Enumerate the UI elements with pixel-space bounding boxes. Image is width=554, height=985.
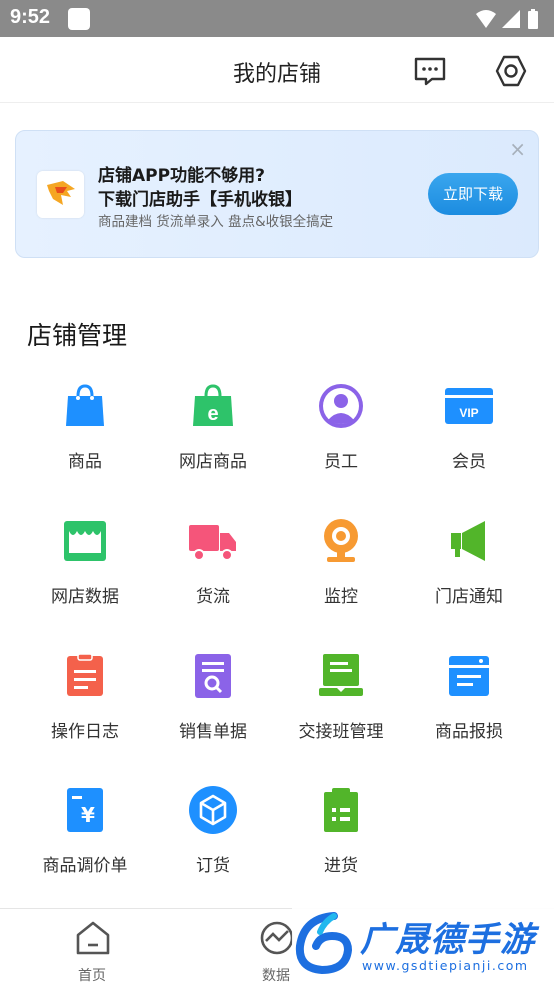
app-logo — [37, 171, 84, 218]
watermark-logo — [295, 912, 353, 974]
close-icon[interactable]: × — [509, 137, 526, 161]
grid-label: 商品调价单 — [42, 856, 128, 876]
grid-item-goods[interactable]: 商品 — [21, 382, 149, 512]
watermark-url: www.gsdtiepianji.com — [362, 958, 529, 973]
grid-label: 销售单据 — [179, 722, 247, 742]
truck-icon — [189, 525, 236, 561]
grid-label: 门店通知 — [435, 587, 503, 607]
box-icon — [189, 786, 237, 834]
grid-item-store-notice[interactable]: 门店通知 — [405, 517, 533, 647]
grid-label: 商品 — [68, 452, 102, 472]
grid-label: 订货 — [196, 856, 230, 876]
svg-text:e: e — [207, 403, 218, 425]
page-title: 我的店铺 — [232, 62, 321, 87]
message-icon[interactable] — [412, 53, 448, 89]
e-bag-icon: e — [193, 384, 233, 426]
store-icon — [64, 521, 106, 561]
promo-banner[interactable]: × 店铺APP功能不够用? 下载门店助手【手机收银】 商品建档 货流单录入 盘点… — [15, 130, 539, 258]
grid-item-staff[interactable]: 员工 — [277, 382, 405, 512]
shopping-bag-icon — [66, 384, 104, 426]
grid-label: 会员 — [452, 452, 486, 472]
grid-item-monitor[interactable]: 监控 — [277, 517, 405, 647]
grid-label: 货流 — [196, 587, 230, 607]
grid-item-member[interactable]: VIP 会员 — [405, 382, 533, 512]
clipboard-icon — [324, 788, 358, 832]
system-status-icons — [476, 9, 538, 29]
settings-icon[interactable] — [493, 53, 529, 89]
download-button[interactable]: 立即下载 — [428, 173, 518, 215]
handover-icon — [319, 654, 363, 696]
notification-icon — [68, 8, 90, 30]
grid-item-operation-log[interactable]: 操作日志 — [21, 652, 149, 782]
watermark-text: 广晟德手游 — [360, 920, 535, 960]
grid-label: 网店商品 — [179, 452, 247, 472]
signal-icon — [502, 10, 520, 28]
svg-text:VIP: VIP — [459, 406, 478, 420]
grid-label: 网店数据 — [51, 587, 119, 607]
home-icon — [76, 921, 110, 955]
grid-label: 员工 — [324, 452, 358, 472]
grid-label: 交接班管理 — [298, 722, 384, 742]
svg-text:¥: ¥ — [81, 803, 95, 827]
grid-label: 进货 — [324, 856, 358, 876]
status-bar: 9:52 — [0, 0, 554, 37]
top-bar: 我的店铺 — [0, 37, 554, 103]
price-doc-icon: ¥ — [67, 788, 103, 832]
banner-title-line1: 店铺APP功能不够用? — [98, 166, 265, 186]
grid-label: 商品报损 — [435, 722, 503, 742]
section-title: 店铺管理 — [27, 321, 128, 350]
status-time: 9:52 — [10, 6, 51, 28]
wifi-icon — [476, 10, 496, 28]
grid-label: 操作日志 — [51, 722, 119, 742]
grid-item-order[interactable]: 订货 — [149, 786, 277, 916]
banner-subtitle: 商品建档 货流单录入 盘点&收银全搞定 — [98, 214, 334, 230]
grid-item-sales-receipts[interactable]: 销售单据 — [149, 652, 277, 782]
banner-title-line2: 下载门店助手【手机收银】 — [98, 190, 302, 210]
log-icon — [67, 653, 103, 696]
grid-item-price-adjust[interactable]: ¥ 商品调价单 — [21, 786, 149, 916]
camera-icon — [324, 519, 358, 562]
watermark: 广晟德手游 www.gsdtiepianji.com — [292, 906, 554, 984]
grid-item-logistics[interactable]: 货流 — [149, 517, 277, 647]
grid-item-purchase[interactable]: 进货 — [277, 786, 405, 916]
person-icon — [319, 384, 363, 428]
grid-item-shift-handover[interactable]: 交接班管理 — [277, 652, 405, 782]
vip-card-icon: VIP — [445, 388, 493, 424]
nav-label: 首页 — [78, 968, 106, 984]
grid-item-online-data[interactable]: 网店数据 — [21, 517, 149, 647]
grid-label: 监控 — [324, 587, 358, 607]
battery-icon — [528, 11, 538, 29]
grid-item-goods-loss[interactable]: 商品报损 — [405, 652, 533, 782]
chart-icon — [260, 921, 294, 955]
nav-home[interactable]: 首页 — [32, 909, 152, 985]
megaphone-icon — [451, 521, 485, 561]
receipt-search-icon — [195, 654, 231, 698]
grid-item-online-goods[interactable]: e 网店商品 — [149, 382, 277, 512]
calendar-doc-icon — [449, 656, 489, 696]
